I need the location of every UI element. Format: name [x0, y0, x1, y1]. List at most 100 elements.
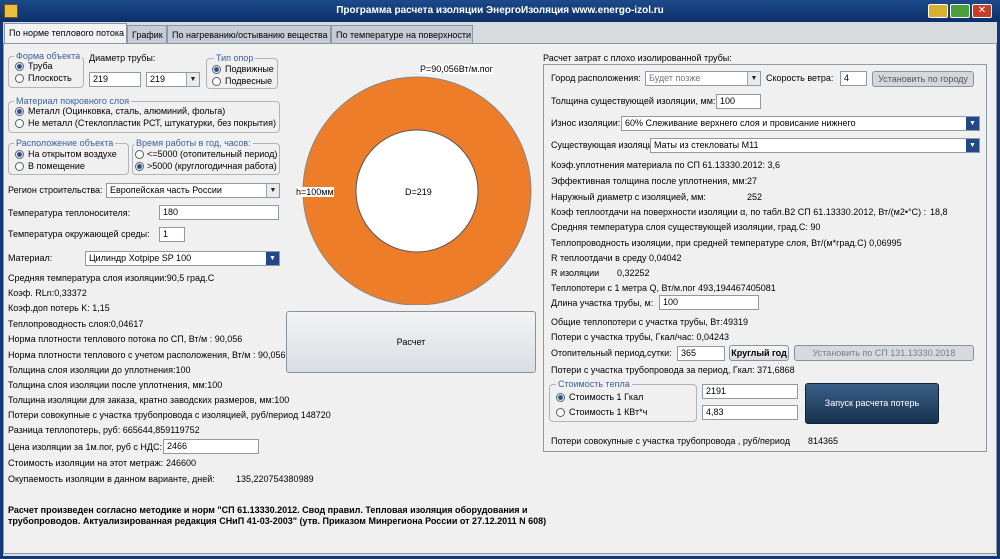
radio-hours-low[interactable] — [135, 150, 144, 159]
gcal-cost-input[interactable]: 2191 — [702, 384, 798, 399]
radio-nonmetal-label: Не металл (Стеклопластик РСТ, штукатурки… — [28, 118, 276, 128]
set-by-sp-button[interactable]: Установить по СП 131.13330.2018 — [794, 345, 974, 361]
radio-gcal-cost[interactable] — [556, 393, 565, 402]
wear-select[interactable]: 60% Слеживание верхнего слоя и провисани… — [621, 116, 980, 131]
region-select-value: Европейская часть России — [110, 185, 222, 195]
heat-cost-legend: Стоимость тепла — [556, 379, 632, 389]
ambient-temp-input[interactable]: 1 — [159, 227, 185, 242]
radio-pipe[interactable] — [15, 62, 24, 71]
r8-value: 0,32252 — [617, 268, 650, 278]
chevron-down-icon: ▼ — [266, 252, 279, 265]
radio-hours-high[interactable] — [135, 162, 144, 171]
chevron-down-icon: ▼ — [747, 72, 760, 85]
calculate-button-label: Расчет — [396, 337, 426, 347]
radio-indoor-label: В помещение — [28, 161, 85, 171]
maximize-button[interactable] — [950, 4, 970, 18]
chevron-down-icon: ▼ — [266, 184, 279, 197]
region-select[interactable]: Европейская часть России ▼ — [106, 183, 280, 198]
radio-outdoor[interactable] — [15, 150, 24, 159]
tab-norm[interactable]: По норме теплового потока — [4, 23, 127, 44]
chevron-down-icon: ▼ — [186, 73, 199, 86]
result-line: Толщина слоя изоляции до уплотнения:100 — [8, 365, 191, 375]
material-select[interactable]: Цилиндр Xotpipe SP 100 ▼ — [85, 251, 280, 266]
radio-gcal-cost-label: Стоимость 1 Гкал — [569, 392, 644, 402]
existing-select-value: Маты из стекловаты М11 — [654, 140, 759, 150]
radio-nonmetal[interactable] — [15, 119, 24, 128]
wind-input[interactable]: 4 — [840, 71, 867, 86]
r4-value: 18,8 — [930, 207, 948, 217]
kwh-cost-input[interactable]: 4,83 — [702, 405, 798, 420]
thickness-label: Толщина существующей изоляции, мм: — [551, 96, 716, 106]
radio-metal[interactable] — [15, 107, 24, 116]
tab-graph[interactable]: График — [127, 25, 167, 44]
diameter-select-value: 219 — [150, 74, 166, 84]
close-button[interactable]: ✕ — [972, 4, 992, 18]
radio-kwh-cost[interactable] — [556, 408, 565, 417]
tab-heating[interactable]: По нагреванию/остыванию вещества — [167, 25, 331, 44]
diameter-select[interactable]: 219 ▼ — [146, 72, 200, 87]
city-label: Город расположения: — [551, 73, 641, 83]
result-line: Теплопроводность слоя:0,04617 — [8, 319, 144, 329]
carrier-temp-input[interactable]: 180 — [159, 205, 279, 220]
radio-movable[interactable] — [212, 65, 221, 74]
result-line: Толщина слоя изоляции после уплотнения, … — [8, 380, 223, 390]
radio-hours-high-label: >5000 (круглогодичная работа) — [147, 161, 277, 171]
year-round-button[interactable]: Круглый год — [729, 345, 789, 361]
right-result: Теплопотери с 1 метра Q, Вт/м.пог 493,19… — [551, 283, 776, 293]
r10-value: 49319 — [723, 317, 749, 327]
r8-label: R изоляции — [551, 268, 600, 278]
right-title: Расчет затрат с плохо изолированной труб… — [543, 53, 732, 63]
radio-plane-label: Плоскость — [28, 73, 72, 83]
thickness-input[interactable]: 100 — [716, 94, 761, 109]
period-input[interactable]: 365 — [677, 346, 725, 361]
tab-surface-temp[interactable]: По температуре на поверхности — [331, 25, 473, 44]
city-select-value: Будет позже — [649, 73, 701, 83]
tab-label: График — [132, 30, 163, 40]
set-by-city-label: Установить по городу — [878, 74, 968, 84]
set-by-city-button[interactable]: Установить по городу — [872, 71, 974, 87]
window-title: Программа расчета изоляции ЭнергоИзоляци… — [336, 5, 664, 16]
right-result: R теплоотдачи в среду 0,04042 — [551, 253, 682, 263]
price-input[interactable]: 2466 — [163, 439, 259, 454]
existing-label: Существующая изоляция: — [551, 140, 661, 150]
radio-movable-label: Подвижные — [225, 64, 274, 74]
calculate-button[interactable]: Расчет — [286, 311, 536, 373]
radio-indoor[interactable] — [15, 162, 24, 171]
cover-material-legend: Материал покровного слоя — [14, 96, 132, 106]
diagram-side-label: h=100мм — [296, 187, 334, 197]
city-select[interactable]: Будет позже ▼ — [645, 71, 761, 86]
diagram-top-label: P=90,056Вт/м.пог — [420, 64, 493, 74]
radio-plane[interactable] — [15, 74, 24, 83]
payback-label: Окупаемость изоляции в данном варианте, … — [8, 474, 215, 484]
length-input[interactable]: 100 — [659, 295, 759, 310]
result-line: Коэф.доп потерь K: 1,15 — [8, 303, 110, 313]
support-type-legend: Тип опор — [214, 53, 256, 63]
radio-metal-label: Металл (Оцинковка, сталь, алюминий, фоль… — [28, 106, 226, 116]
app-icon — [4, 4, 18, 18]
wear-select-value: 60% Слеживание верхнего слоя и провисани… — [625, 118, 856, 128]
run-loss-calc-button[interactable]: Запуск расчета потерь — [805, 383, 939, 424]
r2-value: 27 — [747, 176, 758, 186]
r10-label: Общие теплопотери с участка трубы, Вт: — [551, 317, 723, 327]
cost-value: 246600 — [166, 458, 197, 468]
run-loss-calc-label: Запуск расчета потерь — [824, 398, 920, 408]
result-line: Норма плотности теплового с учетом распо… — [8, 350, 286, 360]
result-line: Коэф. RLn:0,33372 — [8, 288, 87, 298]
set-by-sp-label: Установить по СП 131.13330.2018 — [812, 348, 956, 358]
total-loss-label: Потери совокупные с участка трубопровода… — [551, 436, 790, 446]
radio-hanging-label: Подвесные — [225, 76, 273, 86]
length-label: Длина участка трубы, м: — [551, 298, 654, 308]
right-result: Потери с участка трубопровода за период,… — [551, 365, 795, 375]
result-line: Потери совокупные с участка трубопровода… — [8, 410, 331, 420]
existing-select[interactable]: Маты из стекловаты М11 ▼ — [650, 138, 980, 153]
r4-label: Коэф теплоотдачи на поверхности изоляции… — [551, 207, 927, 217]
price-label: Цена изоляции за 1м.пог, руб с НДС: — [8, 442, 162, 452]
diameter-input[interactable]: 219 — [89, 72, 141, 87]
result-line: Средняя температура слоя изоляции:90,5 г… — [8, 273, 215, 283]
minimize-button[interactable] — [928, 4, 948, 18]
payback-value: 135,220754380989 — [236, 474, 314, 484]
right-result: Средняя температура слоя существующей из… — [551, 222, 821, 232]
radio-hanging[interactable] — [212, 77, 221, 86]
region-label: Регион строительства: — [8, 185, 103, 195]
r3-value: 252 — [747, 192, 763, 202]
